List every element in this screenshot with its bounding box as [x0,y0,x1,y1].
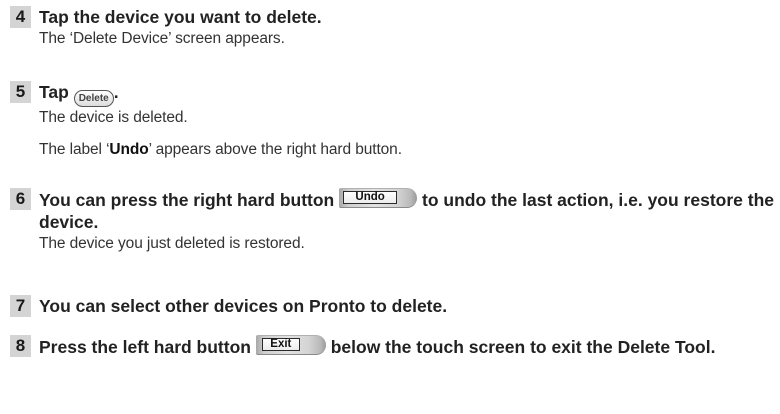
step-instruction: Press the left hard button Exit below th… [39,335,779,358]
step-result-note: The label ‘Undo’ appears above the right… [39,139,779,161]
step-body: Press the left hard button Exit below th… [39,335,779,358]
step-body: You can press the right hard button Undo… [39,188,779,255]
step-instruction: Tap Delete. [39,81,779,107]
note-text: The label ‘ [39,141,110,158]
step-body: Tap Delete. The device is deleted. The l… [39,81,779,161]
step-instruction: Tap the device you want to delete. [39,7,322,27]
instruction-punctuation: . [113,82,119,102]
step-body: Tap the device you want to delete. The ‘… [39,6,779,50]
delete-button-graphic: Delete [73,90,114,107]
manual-page: 4 Tap the device you want to delete. The… [0,0,780,414]
step-number: 4 [10,6,31,28]
step-result: The ‘Delete Device’ screen appears. [39,30,285,47]
step-result: The device is deleted. [39,109,188,126]
exit-button-label: Exit [261,338,300,351]
undo-label-text: Undo [109,141,149,158]
note-text: ’ appears above the right hard button. [148,141,402,158]
exit-hard-button-graphic: Exit [255,335,326,355]
undo-hard-button-graphic: Undo [339,188,418,208]
instruction-text: Tap [39,82,69,102]
instruction-text: Press the left hard button [39,337,251,357]
step-result: The device you just deleted is restored. [39,235,305,252]
step-number: 5 [10,81,31,103]
step-instruction: You can press the right hard button Undo… [39,188,779,233]
step-instruction: You can select other devices on Pronto t… [39,296,448,316]
instruction-text: below the touch screen to exit the Delet… [330,337,716,357]
undo-button-label: Undo [343,191,398,204]
step-number: 7 [10,295,31,317]
step-number: 6 [10,188,31,210]
step-body: You can select other devices on Pronto t… [39,295,779,317]
step-number: 8 [10,335,31,357]
instruction-text: You can press the right hard button [39,190,335,210]
